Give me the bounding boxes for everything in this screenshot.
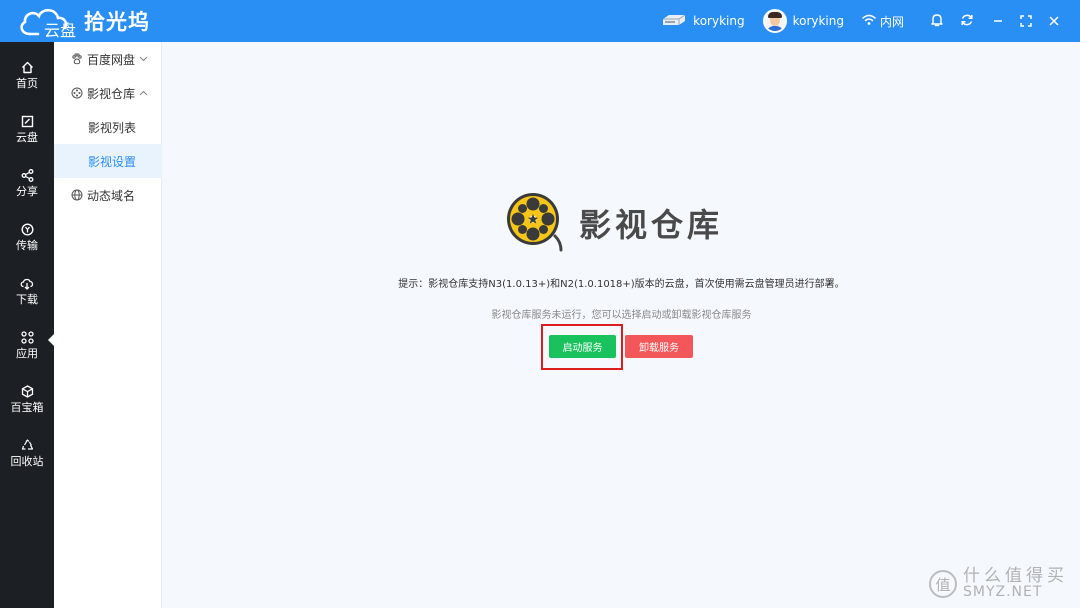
uninstall-service-button[interactable]: 卸载服务 (625, 335, 693, 358)
chevron-down-icon (139, 56, 148, 62)
sub-item-video-settings[interactable]: 影视设置 (54, 144, 162, 178)
film-reel-logo-icon (505, 190, 567, 256)
nas-device-icon (661, 13, 687, 30)
nav-item-transfer[interactable]: 传输 (0, 210, 54, 264)
globe-icon (71, 189, 83, 201)
sub-item-video-list[interactable]: 影视列表 (54, 110, 162, 144)
nav-label: 传输 (16, 239, 38, 252)
main-content: 影视仓库 提示：影视仓库支持N3(1.0.13+)和N2(1.0.1018+)版… (163, 42, 1080, 608)
nav-label: 下载 (16, 293, 38, 306)
watermark-cn: 什么值得买 (963, 566, 1068, 586)
start-service-button[interactable]: 启动服务 (549, 335, 616, 358)
wifi-icon (862, 14, 876, 29)
close-button[interactable] (1040, 0, 1068, 42)
sub-item-baidu-netdisk[interactable]: 百度网盘 (54, 42, 162, 76)
toolbox-icon (20, 384, 34, 398)
download-icon (20, 276, 34, 290)
window-controls (984, 0, 1068, 42)
video-library-hero: 影视仓库 (505, 192, 723, 254)
user-menu[interactable]: koryking (762, 9, 844, 33)
avatar (762, 9, 787, 33)
maximize-button[interactable] (1012, 0, 1040, 42)
notification-button[interactable] (922, 0, 952, 42)
close-icon (1048, 12, 1060, 31)
sub-item-ddns[interactable]: 动态域名 (54, 178, 162, 212)
brand: 云盘 拾光坞 (16, 4, 150, 40)
nav-item-home[interactable]: 首页 (0, 48, 54, 102)
sub-nav: 百度网盘 影视仓库 影视列表 影视设置 动态域名 (54, 42, 162, 608)
cloud-label: 云盘 (44, 21, 77, 40)
nav-label: 回收站 (10, 455, 44, 468)
apps-icon (20, 330, 34, 344)
nav-label: 分享 (16, 185, 38, 198)
nav-item-share[interactable]: 分享 (0, 156, 54, 210)
minimize-icon (992, 12, 1004, 31)
nav-label: 首页 (16, 77, 38, 90)
compatibility-notice: 提示：影视仓库支持N3(1.0.13+)和N2(1.0.1018+)版本的云盘，… (398, 279, 845, 290)
nav-item-apps[interactable]: 应用 (0, 318, 54, 372)
nav-item-recycle-bin[interactable]: 回收站 (0, 426, 54, 480)
nav-label: 应用 (16, 347, 38, 360)
title-bar: 云盘 拾光坞 koryking koryking 内网 (0, 0, 1080, 42)
sub-item-label: 影视列表 (88, 120, 137, 135)
network-label: 内网 (879, 14, 904, 29)
cloud-drive-icon (20, 114, 34, 128)
cloud-logo-icon: 云盘 (16, 4, 77, 40)
home-icon (20, 60, 34, 74)
fullscreen-icon (1020, 12, 1032, 31)
nav-item-toolbox[interactable]: 百宝箱 (0, 372, 54, 426)
device-name: koryking (693, 14, 745, 28)
nav-label: 云盘 (16, 131, 38, 144)
share-icon (20, 168, 34, 182)
hero-title: 影视仓库 (579, 206, 724, 244)
nav-item-cloud-drive[interactable]: 云盘 (0, 102, 54, 156)
nav-label: 百宝箱 (10, 401, 44, 414)
device-selector[interactable]: koryking (661, 13, 745, 30)
sub-item-video-library[interactable]: 影视仓库 (54, 76, 162, 110)
baidu-paw-icon (71, 53, 83, 65)
transfer-icon (20, 222, 34, 236)
refresh-button[interactable] (952, 0, 982, 42)
chevron-up-icon (139, 90, 148, 96)
minimize-button[interactable] (984, 0, 1012, 42)
left-nav: 首页 云盘 分享 传输 下载 应用 百宝箱 回收站 (0, 42, 54, 608)
user-name: koryking (792, 14, 844, 28)
refresh-icon (960, 12, 974, 31)
network-status[interactable]: 内网 (862, 13, 904, 30)
sub-item-label: 动态域名 (87, 188, 136, 203)
watermark-en: SMYZ.NET (963, 584, 1043, 600)
nav-item-download[interactable]: 下载 (0, 264, 54, 318)
bell-icon (930, 12, 944, 31)
sub-item-label: 影视设置 (88, 154, 137, 169)
recycle-icon (20, 438, 34, 452)
brand-name: 拾光坞 (84, 10, 150, 34)
sub-item-label: 影视仓库 (87, 86, 136, 101)
film-reel-icon (71, 87, 83, 99)
service-status-text: 影视仓库服务未运行，您可以选择启动或卸载影视仓库服务 (491, 310, 752, 321)
watermark: 值 什么值得买 SMYZ.NET (929, 568, 1068, 600)
titlebar-right: koryking koryking 内网 (661, 0, 1080, 42)
sub-item-label: 百度网盘 (87, 52, 136, 67)
watermark-badge: 值 (929, 570, 957, 598)
